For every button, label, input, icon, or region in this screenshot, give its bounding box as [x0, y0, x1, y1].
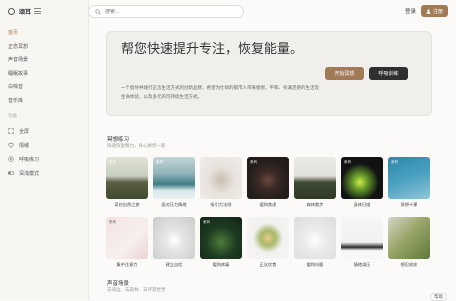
app-name: 颂耳 — [19, 9, 32, 16]
meditation-card[interactable]: 系列 身体扫描 — [341, 157, 383, 208]
search-input[interactable] — [105, 8, 225, 15]
meditation-card[interactable]: 想忍放弃 — [388, 217, 430, 268]
mood-icon — [8, 142, 14, 148]
series-badge: 系列 — [203, 220, 210, 224]
meditation-card[interactable]: 系列 集中注意力 — [106, 217, 148, 268]
sub-item-label: 情绪 — [19, 142, 30, 149]
menu-icon[interactable] — [34, 8, 41, 16]
card-caption: 缓和抗躯 — [306, 262, 324, 267]
card-thumbnail — [200, 157, 242, 199]
card-thumbnail: 系列 — [388, 157, 430, 199]
card-caption: 建立自信 — [165, 262, 183, 267]
sounds-section-title: 声音场景 — [107, 281, 130, 287]
sub-item-theme[interactable]: 深浅模式 — [0, 166, 88, 180]
card-thumbnail — [294, 217, 336, 259]
card-thumbnail: 系列 — [341, 157, 383, 199]
series-badge: 系列 — [250, 160, 257, 164]
meditation-card[interactable]: 正念饮食 — [247, 217, 289, 268]
sidebar: 颂耳 首页 正念冥想 声音场景 睡眠故事 白噪音 音乐库 功能 全屏 情绪 呼吸… — [0, 0, 89, 300]
card-thumbnail — [247, 217, 289, 259]
register-label: 注册 — [432, 8, 443, 15]
meditation-section-subtitle: 快速恢复精力，身心焕然一新 — [107, 144, 166, 149]
card-caption: 缓和焦虑 — [259, 202, 277, 207]
meditation-card[interactable]: 系列 奇妙自然之旅 — [106, 157, 148, 208]
card-thumbnail: 系列 — [247, 157, 289, 199]
card-caption: 正念饮食 — [259, 262, 277, 267]
meditation-card[interactable]: 系列 缓和疼痛 — [200, 217, 242, 268]
card-caption: 想忍放弃 — [400, 262, 418, 267]
meditation-grid-row-1: 系列 奇妙自然之旅 系列 面对压力情绪 吸引力法则 系列 缓和焦虑 森林散步 系… — [106, 157, 436, 208]
sub-item-label: 全屏 — [19, 128, 30, 135]
card-caption: 森林散步 — [306, 202, 324, 207]
card-caption: 面对压力情绪 — [161, 202, 187, 207]
meditation-card[interactable]: 系列 缓和焦虑 — [247, 157, 289, 208]
nav-item-sleep-stories[interactable]: 睡眠故事 — [0, 68, 88, 82]
card-caption: 吸引力法则 — [210, 202, 232, 207]
meditation-card[interactable]: 系列 面对压力情绪 — [153, 157, 195, 208]
nav-item-soundscape[interactable]: 声音场景 — [0, 54, 88, 68]
card-caption: 情绪减压 — [353, 262, 371, 267]
card-thumbnail — [153, 217, 195, 259]
sub-item-breathing[interactable]: 呼吸练习 — [0, 152, 88, 166]
theme-toggle-icon — [8, 171, 14, 175]
search-icon — [95, 8, 101, 15]
nav-item-home[interactable]: 首页 — [0, 27, 88, 41]
breathing-icon — [8, 156, 14, 162]
nav-item-music[interactable]: 音乐库 — [0, 95, 88, 109]
logo-icon — [8, 8, 15, 15]
sub-item-fullscreen[interactable]: 全屏 — [0, 124, 88, 138]
card-thumbnail: 系列 — [153, 157, 195, 199]
top-bar: 登录 注册 — [88, 0, 456, 24]
card-thumbnail — [388, 217, 430, 259]
app-logo[interactable]: 颂耳 — [8, 7, 31, 16]
hero-title: 帮您快速提升专注，恢复能量。 — [121, 42, 304, 57]
series-badge: 系列 — [344, 160, 351, 164]
sounds-section-subtitle: 去海边、去森林、去环游世界 — [107, 288, 166, 293]
fullscreen-icon — [8, 128, 14, 134]
start-meditation-button[interactable]: 开始冥想 — [325, 67, 364, 80]
section-label: 功能 — [8, 114, 17, 119]
series-badge: 系列 — [109, 220, 116, 224]
sub-item-label: 呼吸练习 — [19, 156, 40, 163]
user-icon — [426, 9, 431, 14]
card-caption: 身体扫描 — [353, 202, 371, 207]
meditation-card[interactable]: 情绪减压 — [341, 217, 383, 268]
hero-description: 一个倡导并践行正念生活方式的创新品牌，希望为忙碌的都市人带来愉悦、平和、有满足感… — [121, 86, 319, 100]
register-button[interactable]: 注册 — [421, 5, 448, 17]
card-thumbnail: 系列 — [200, 217, 242, 259]
meditation-card[interactable]: 吸引力法则 — [200, 157, 242, 208]
card-thumbnail: 系列 — [106, 217, 148, 259]
card-caption: 奇妙自然之旅 — [114, 202, 140, 207]
meditation-section-title: 冥想练习 — [107, 137, 130, 143]
sub-item-mood[interactable]: 情绪 — [0, 138, 88, 152]
function-nav: 全屏 情绪 呼吸练习 深浅模式 — [0, 124, 88, 180]
meditation-card[interactable]: 建立自信 — [153, 217, 195, 268]
search-box[interactable] — [88, 5, 244, 18]
series-badge: 系列 — [156, 160, 163, 164]
card-thumbnail: 系列 — [106, 157, 148, 199]
meditation-card[interactable]: 系列 冥想十课 — [388, 157, 430, 208]
card-caption: 集中注意力 — [116, 262, 138, 267]
hero-banner: 帮您快速提升专注，恢复能量。 一个倡导并践行正念生活方式的创新品牌，希望为忙碌的… — [106, 31, 432, 116]
card-caption: 缓和疼痛 — [212, 262, 230, 267]
card-thumbnail — [341, 217, 383, 259]
nav-item-meditation[interactable]: 正念冥想 — [0, 41, 88, 55]
card-thumbnail — [294, 157, 336, 199]
meditation-card[interactable]: 缓和抗躯 — [294, 217, 336, 268]
series-badge: 系列 — [109, 160, 116, 164]
meditation-grid-row-2: 系列 集中注意力 建立自信 系列 缓和疼痛 正念饮食 缓和抗躯 情绪减压 想忍放… — [106, 217, 436, 268]
series-badge: 系列 — [391, 160, 398, 164]
meditation-card[interactable]: 森林散步 — [294, 157, 336, 208]
breathing-training-button[interactable]: 呼吸训练 — [369, 67, 408, 80]
sub-item-label: 深浅模式 — [19, 170, 40, 177]
card-caption: 冥想十课 — [400, 202, 418, 207]
nav-item-white-noise[interactable]: 白噪音 — [0, 81, 88, 95]
login-link[interactable]: 登录 — [405, 7, 416, 15]
main-nav: 首页 正念冥想 声音场景 睡眠故事 白噪音 音乐库 — [0, 27, 88, 108]
